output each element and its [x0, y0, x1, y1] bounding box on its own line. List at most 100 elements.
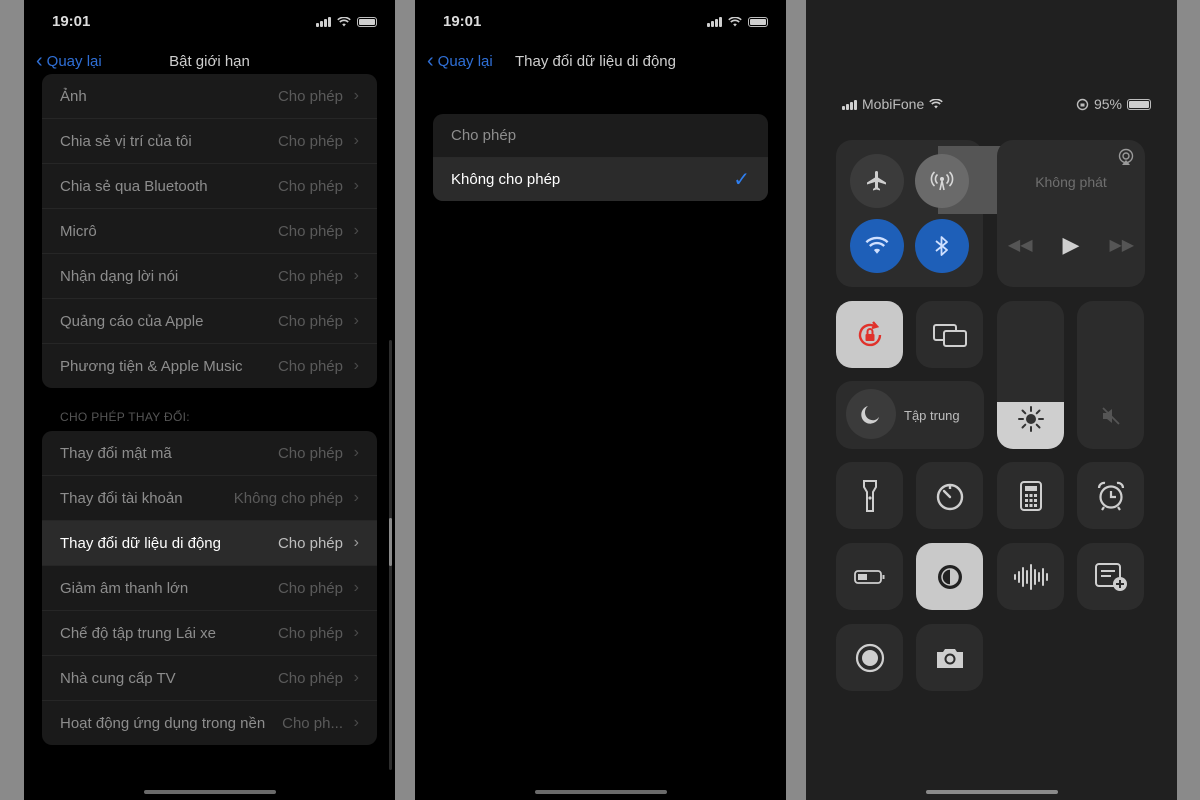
- screen-mirroring-button[interactable]: [916, 301, 983, 368]
- home-indicator: [925, 790, 1058, 794]
- chevron-right-icon: ›: [353, 534, 359, 551]
- battery-percent: 95%: [1093, 96, 1122, 112]
- cellular-data-icon: [930, 171, 954, 191]
- chevron-right-icon: ›: [353, 312, 359, 329]
- dark-mode-button[interactable]: [916, 543, 983, 610]
- settings-row[interactable]: Quảng cáo của Apple Cho phép ›: [42, 299, 377, 344]
- settings-row[interactable]: Giảm âm thanh lớn Cho phép ›: [42, 566, 377, 611]
- bluetooth-icon: [935, 236, 948, 256]
- option-disallow[interactable]: Không cho phép ✓: [433, 157, 768, 201]
- brightness-slider[interactable]: [997, 301, 1064, 449]
- quick-note-icon: [1094, 562, 1127, 591]
- play-icon[interactable]: ▶: [1063, 232, 1080, 258]
- signal-icon: [842, 99, 857, 110]
- option-allow[interactable]: Cho phép: [433, 114, 768, 157]
- battery-status-icon: [1127, 98, 1151, 110]
- rewind-icon[interactable]: ◀◀: [1008, 235, 1033, 255]
- home-indicator: [534, 790, 667, 794]
- orientation-lock-icon: [858, 320, 881, 346]
- settings-row[interactable]: Chế độ tập trung Lái xe Cho phép ›: [42, 611, 377, 656]
- voice-memo-icon: [1013, 563, 1048, 590]
- row-value: Cho phép: [277, 444, 343, 462]
- section-header: CHO PHÉP THAY ĐỔI:: [60, 410, 190, 424]
- settings-row[interactable]: Chia sẻ vị trí của tôi Cho phép ›: [42, 119, 377, 164]
- row-label: Thay đổi mật mã: [60, 444, 172, 462]
- row-label: Phương tiện & Apple Music: [60, 357, 243, 375]
- screen-record-button[interactable]: [836, 624, 903, 691]
- settings-row[interactable]: Thay đổi mật mã Cho phép ›: [42, 431, 377, 476]
- calculator-button[interactable]: [997, 462, 1064, 529]
- camera-icon: [936, 648, 963, 668]
- status-bar: 19:01: [24, 13, 395, 33]
- back-button[interactable]: ‹ Quay lại: [427, 50, 493, 72]
- settings-row[interactable]: Hoạt động ứng dụng trong nền Cho ph... ›: [42, 701, 377, 745]
- flashlight-button[interactable]: [836, 462, 903, 529]
- checkmark-icon: ✓: [733, 169, 750, 191]
- status-time: 19:01: [52, 13, 91, 30]
- nav-bar: ‹ Quay lại Bật giới hạn: [24, 51, 395, 74]
- settings-row[interactable]: Nhận dạng lời nói Cho phép ›: [42, 254, 377, 299]
- battery-icon: [853, 569, 884, 584]
- row-label: Chế độ tập trung Lái xe: [60, 624, 216, 642]
- calculator-icon: [1019, 480, 1042, 511]
- row-value: Cho phép: [277, 87, 343, 105]
- row-value: Cho phép: [277, 669, 343, 687]
- back-label: Quay lại: [437, 52, 493, 70]
- settings-row[interactable]: Ảnh Cho phép ›: [42, 74, 377, 119]
- row-value: Cho phép: [277, 177, 343, 195]
- speaker-mute-icon: [1101, 407, 1120, 425]
- now-playing-module[interactable]: Không phát ◀◀ ▶ ▶▶: [997, 140, 1145, 287]
- chevron-right-icon: ›: [353, 669, 359, 686]
- focus-moon-circle: [846, 389, 896, 439]
- settings-row[interactable]: Phương tiện & Apple Music Cho phép ›: [42, 344, 377, 388]
- option-label: Không cho phép: [451, 171, 561, 188]
- wifi-status-icon: [929, 99, 944, 109]
- wifi-icon: [865, 236, 889, 254]
- page-title: Bật giới hạn: [169, 53, 250, 70]
- settings-row[interactable]: Micrô Cho phép ›: [42, 209, 377, 254]
- low-power-button[interactable]: [836, 543, 903, 610]
- cellular-data-toggle[interactable]: [915, 154, 969, 208]
- quick-note-button[interactable]: [1077, 543, 1144, 610]
- fast-forward-icon[interactable]: ▶▶: [1109, 235, 1134, 255]
- row-value: Cho ph...: [282, 714, 343, 732]
- row-label: Chia sẻ qua Bluetooth: [60, 177, 208, 195]
- chevron-right-icon: ›: [353, 267, 359, 284]
- airplay-icon[interactable]: [1117, 148, 1135, 166]
- option-list: Cho phép Không cho phép ✓: [433, 114, 768, 201]
- timer-button[interactable]: [916, 462, 983, 529]
- camera-button[interactable]: [916, 624, 983, 691]
- row-value: Cho phép: [277, 579, 343, 597]
- bluetooth-toggle[interactable]: [915, 219, 969, 273]
- settings-row[interactable]: Chia sẻ qua Bluetooth Cho phép ›: [42, 164, 377, 209]
- row-label: Hoạt động ứng dụng trong nền: [60, 714, 266, 732]
- row-label: Ảnh: [60, 87, 87, 105]
- orientation-lock-toggle[interactable]: [836, 301, 903, 368]
- settings-row[interactable]: Thay đổi dữ liệu di động Cho phép ›: [42, 521, 377, 566]
- row-label: Quảng cáo của Apple: [60, 312, 204, 330]
- row-label: Nhà cung cấp TV: [60, 669, 176, 687]
- row-value: Cho phép: [277, 357, 343, 375]
- status-bar: 19:01: [415, 13, 786, 33]
- home-indicator: [143, 790, 276, 794]
- focus-label: Tập trung: [904, 408, 960, 423]
- airplane-mode-toggle[interactable]: [850, 154, 904, 208]
- alarm-button[interactable]: [1077, 462, 1144, 529]
- settings-row[interactable]: Thay đổi tài khoản Không cho phép ›: [42, 476, 377, 521]
- restrictions-screen: 19:01 ‹ Quay lại Bật giới hạn Ảnh Cho phé…: [24, 0, 395, 800]
- cellular-data-changes-screen: 19:01 ‹ Quay lại Thay đổi dữ liệu di độn…: [415, 0, 786, 800]
- voice-memo-button[interactable]: [997, 543, 1064, 610]
- chevron-left-icon: ‹: [427, 50, 434, 72]
- wifi-toggle[interactable]: [850, 219, 904, 273]
- settings-row[interactable]: Nhà cung cấp TV Cho phép ›: [42, 656, 377, 701]
- volume-slider[interactable]: [1077, 301, 1144, 449]
- timer-icon: [936, 483, 963, 510]
- focus-button[interactable]: Tập trung: [836, 381, 984, 449]
- chevron-right-icon: ›: [353, 624, 359, 641]
- wifi-status-icon: [728, 16, 742, 26]
- moon-icon: [861, 406, 879, 424]
- settings-group-allow-changes: Thay đổi mật mã Cho phép › Thay đổi tài kho…: [42, 431, 377, 745]
- row-value: Không cho phép: [233, 489, 343, 507]
- scrollbar-thumb[interactable]: [389, 518, 392, 566]
- now-playing-label: Không phát: [1035, 174, 1107, 190]
